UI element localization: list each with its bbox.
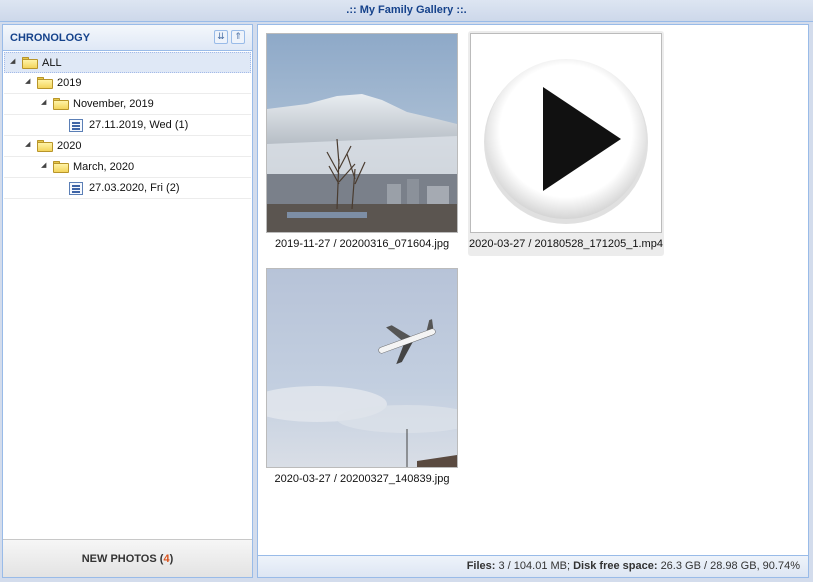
tree-item-all[interactable]: ◢ ALL xyxy=(4,52,251,73)
expanded-arrow-icon[interactable]: ◢ xyxy=(25,78,33,86)
tree-item-label: November, 2019 xyxy=(73,98,154,110)
folder-icon xyxy=(22,57,38,69)
tree-item-2020[interactable]: ◢ 2020 xyxy=(4,136,251,157)
gallery-item-caption: 2019-11-27 / 20200316_071604.jpg xyxy=(274,238,450,250)
gallery-panel: 2019-11-27 / 20200316_071604.jpg 2020-03… xyxy=(257,24,809,578)
gallery-item[interactable]: 2019-11-27 / 20200316_071604.jpg xyxy=(264,31,460,256)
photo-thumbnail[interactable] xyxy=(266,268,458,468)
tree-item-27-03-2020[interactable]: 27.03.2020, Fri (2) xyxy=(4,178,251,199)
tree-item-label: 27.03.2020, Fri (2) xyxy=(89,182,180,194)
tree-item-november-2019[interactable]: ◢ November, 2019 xyxy=(4,94,251,115)
gallery-item[interactable]: 2020-03-27 / 20180528_171205_1.mp4 xyxy=(468,31,664,256)
gallery-item[interactable]: 2020-03-27 / 20200327_140839.jpg xyxy=(264,266,460,491)
folder-icon xyxy=(37,77,53,89)
tree-item-label: ALL xyxy=(42,57,62,69)
gallery-item-caption: 2020-03-27 / 20180528_171205_1.mp4 xyxy=(469,238,663,250)
chronology-title: CHRONOLOGY xyxy=(10,32,91,44)
airplane-photo-image xyxy=(267,269,457,467)
status-bar: Files: 3 / 104.01 MB; Disk free space: 2… xyxy=(258,555,808,577)
files-label: Files: xyxy=(466,560,496,572)
chronology-panel-header: CHRONOLOGY ⇊ ⇑ xyxy=(3,25,252,51)
folder-icon xyxy=(53,161,69,173)
tree-item-label: 2020 xyxy=(57,140,82,152)
app-title: .:: My Family Gallery ::. xyxy=(0,0,813,22)
files-value: 3 / 104.01 MB; xyxy=(498,560,571,572)
folder-icon xyxy=(37,140,53,152)
expanded-arrow-icon[interactable]: ◢ xyxy=(41,99,49,107)
chronology-panel: CHRONOLOGY ⇊ ⇑ ◢ ALL ◢ 2019 ◢ November, … xyxy=(2,24,253,578)
disk-free-value: 26.3 GB / 28.98 GB, 90.74% xyxy=(660,560,800,572)
expanded-arrow-icon[interactable]: ◢ xyxy=(41,162,49,170)
disk-free-label: Disk free space: xyxy=(573,560,658,572)
play-icon xyxy=(484,59,648,224)
day-list-icon xyxy=(69,182,83,195)
expanded-arrow-icon[interactable]: ◢ xyxy=(25,141,33,149)
tree-item-label: 27.11.2019, Wed (1) xyxy=(89,119,189,131)
tree-item-27-11-2019[interactable]: 27.11.2019, Wed (1) xyxy=(4,115,251,136)
folder-icon xyxy=(53,98,69,110)
tree-item-2019[interactable]: ◢ 2019 xyxy=(4,73,251,94)
tree-item-label: March, 2020 xyxy=(73,161,135,173)
tree-item-label: 2019 xyxy=(57,77,82,89)
new-photos-button[interactable]: NEW PHOTOS (4) xyxy=(3,539,252,577)
collapse-panel-icon[interactable]: ⇑ xyxy=(231,30,245,44)
mountain-photo-image xyxy=(267,34,457,232)
new-photos-label: NEW PHOTOS xyxy=(81,553,157,565)
video-thumbnail[interactable] xyxy=(470,33,662,233)
photo-thumbnail[interactable] xyxy=(266,33,458,233)
new-photos-close-paren: ) xyxy=(169,553,174,565)
chronology-tree: ◢ ALL ◢ 2019 ◢ November, 2019 27.11.2019… xyxy=(4,52,251,199)
expanded-arrow-icon[interactable]: ◢ xyxy=(10,58,18,66)
collapse-all-icon[interactable]: ⇊ xyxy=(214,30,228,44)
tree-item-march-2020[interactable]: ◢ March, 2020 xyxy=(4,157,251,178)
day-list-icon xyxy=(69,119,83,132)
gallery-item-caption: 2020-03-27 / 20200327_140839.jpg xyxy=(274,473,450,485)
